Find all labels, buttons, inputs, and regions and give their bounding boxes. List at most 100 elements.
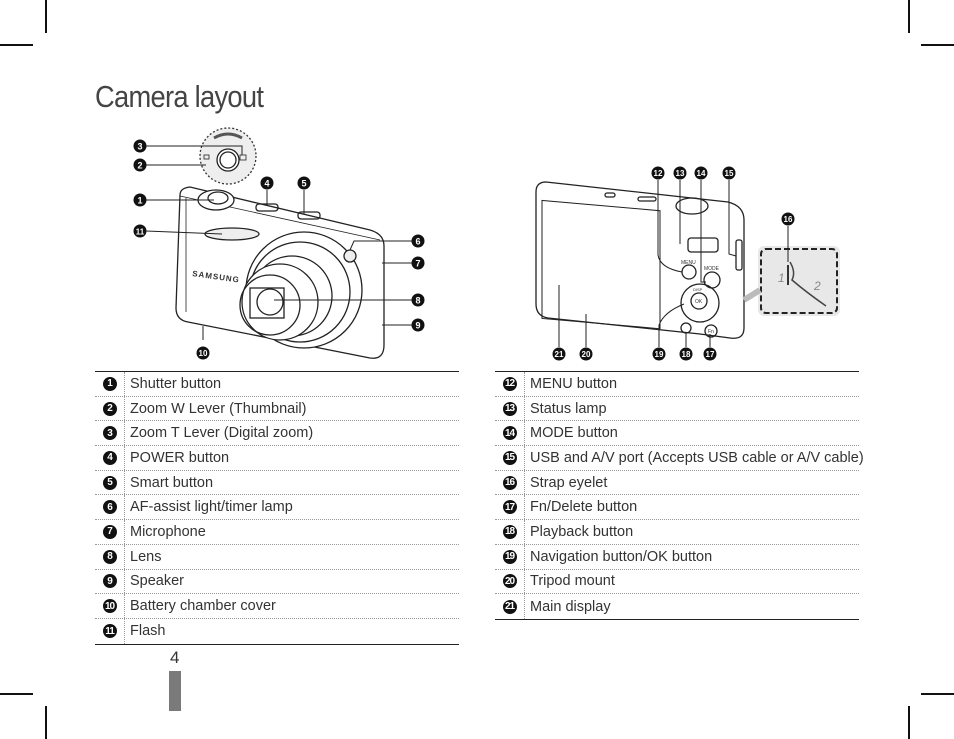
number-badge: 19 (502, 549, 517, 564)
number-badge: 7 (102, 524, 117, 539)
number-badge: 17 (502, 500, 517, 515)
part-label: Playback button (530, 523, 634, 540)
row-number-cell: 14 (495, 421, 525, 446)
row-number-cell: 7 (95, 520, 125, 544)
disp-button-label: DISP (693, 287, 703, 292)
number-badge: 15 (502, 450, 517, 465)
svg-text:8: 8 (415, 296, 420, 306)
svg-text:13: 13 (676, 169, 685, 178)
table-row: 8 Lens (95, 544, 459, 570)
part-label: AF-assist light/timer lamp (130, 499, 293, 516)
callout-badge-2: 2 (133, 158, 147, 172)
row-number-cell: 21 (495, 594, 525, 619)
part-label: MENU button (530, 375, 618, 392)
number-badge: 21 (502, 599, 517, 614)
row-number-cell: 17 (495, 495, 525, 520)
callout-badge-6: 6 (411, 234, 425, 248)
callout-badge-17: 17 (703, 347, 717, 361)
table-row: 16 Strap eyelet (495, 470, 859, 496)
table-row: 14 MODE button (495, 421, 859, 447)
callout-badge-4: 4 (260, 176, 274, 190)
svg-text:16: 16 (784, 215, 793, 224)
part-label: Battery chamber cover (130, 598, 276, 615)
back-parts-table: 12 MENU button 13 Status lamp 14 MODE button 1… (495, 371, 864, 620)
mode-button-label: MODE (704, 266, 720, 272)
svg-text:1: 1 (137, 196, 142, 206)
svg-text:21: 21 (555, 350, 564, 359)
number-badge: 18 (502, 524, 517, 539)
table-row: 9 Speaker (95, 569, 459, 595)
number-badge: 12 (502, 376, 517, 391)
page-number: 4 (170, 648, 180, 667)
table-row: 15 USB and A/V port (Accepts USB cable or… (495, 446, 864, 471)
callout-badge-3: 3 (133, 139, 147, 153)
callout-badge-16: 16 (781, 212, 795, 226)
table-row: 20 Tripod mount (495, 569, 859, 595)
part-label: Smart button (130, 474, 214, 491)
fn-button-label: Fn (708, 329, 714, 335)
row-number-cell: 16 (495, 470, 525, 495)
callout-badge-5: 5 (297, 176, 311, 190)
row-number-cell: 11 (95, 618, 125, 644)
part-label: Strap eyelet (530, 474, 608, 491)
svg-text:17: 17 (706, 350, 715, 359)
row-number-cell: 9 (95, 569, 125, 594)
row-number-cell: 3 (95, 421, 125, 446)
part-label: USB and A/V port (Accepts USB cable or A… (530, 449, 864, 466)
table-row: 11 Flash (95, 618, 459, 644)
callout-badge-15: 15 (722, 166, 736, 180)
row-number-cell: 20 (495, 569, 525, 594)
svg-text:12: 12 (654, 169, 663, 178)
row-number-cell: 12 (495, 372, 525, 396)
part-label: MODE button (530, 425, 618, 442)
svg-text:7: 7 (415, 259, 420, 269)
number-badge: 9 (102, 574, 117, 589)
svg-text:5: 5 (301, 179, 306, 189)
row-number-cell: 18 (495, 520, 525, 544)
callout-badge-19: 19 (652, 347, 666, 361)
svg-text:18: 18 (682, 350, 691, 359)
callout-badge-8: 8 (411, 293, 425, 307)
ok-button-label: OK (695, 299, 703, 305)
part-label: Microphone (130, 523, 206, 540)
callout-badge-9: 9 (411, 318, 425, 332)
table-row: 4 POWER button (95, 446, 459, 471)
svg-text:14: 14 (697, 169, 706, 178)
table-row: 10 Battery chamber cover (95, 594, 459, 619)
svg-text:3: 3 (137, 142, 142, 152)
number-badge: 11 (102, 624, 117, 639)
callout-badge-18: 18 (679, 347, 693, 361)
callout-badge-7: 7 (411, 256, 425, 270)
front-parts-table: 1 Shutter button 2 Zoom W Lever (Thumbnail)… (95, 371, 459, 645)
table-row: 2 Zoom W Lever (Thumbnail) (95, 396, 459, 422)
number-badge: 13 (502, 401, 517, 416)
strap-step-2: 2 (813, 279, 821, 293)
table-row: 1 Shutter button (95, 372, 459, 397)
table-row: 6 AF-assist light/timer lamp (95, 495, 459, 521)
number-badge: 14 (502, 426, 517, 441)
callout-badge-12: 12 (651, 166, 665, 180)
page-tab-marker (169, 671, 181, 711)
table-row: 12 MENU button (495, 372, 859, 397)
svg-text:20: 20 (582, 350, 591, 359)
number-badge: 2 (102, 401, 117, 416)
number-badge: 4 (102, 450, 117, 465)
part-label: Shutter button (130, 375, 222, 392)
part-label: Navigation button/OK button (530, 548, 713, 565)
callout-badge-21: 21 (552, 347, 566, 361)
callout-badge-14: 14 (694, 166, 708, 180)
number-badge: 20 (502, 574, 517, 589)
part-label: Speaker (130, 573, 185, 590)
part-label: Status lamp (530, 400, 607, 417)
callout-badge-1: 1 (133, 193, 147, 207)
svg-text:9: 9 (415, 321, 420, 331)
row-number-cell: 4 (95, 446, 125, 470)
part-label: Tripod mount (530, 573, 615, 590)
row-number-cell: 6 (95, 495, 125, 520)
table-row: 18 Playback button (495, 520, 859, 545)
table-row: 13 Status lamp (495, 396, 859, 422)
part-label: Lens (130, 548, 162, 565)
row-number-cell: 2 (95, 396, 125, 421)
back-camera-illustration (535, 181, 745, 339)
row-number-cell: 15 (495, 446, 525, 470)
